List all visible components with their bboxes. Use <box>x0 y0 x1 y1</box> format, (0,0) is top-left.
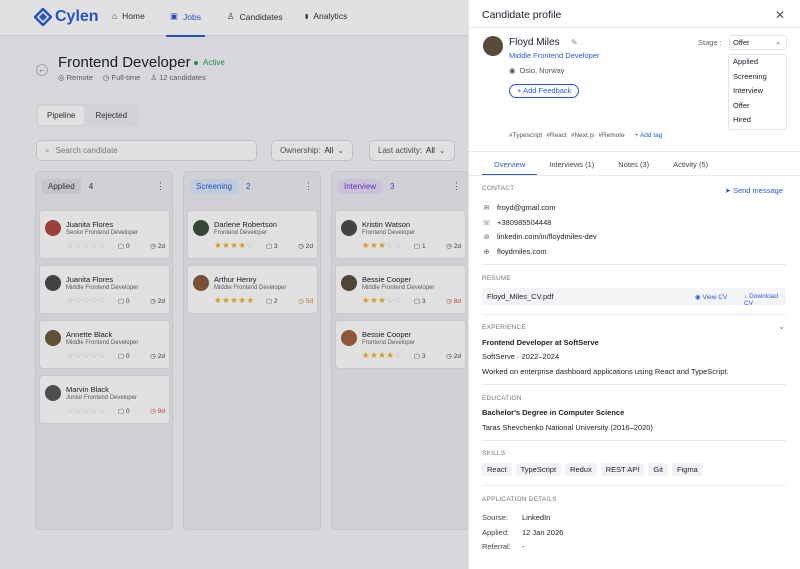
tab-notes[interactable]: Notes (3) <box>606 160 661 175</box>
stage-label: Stage : <box>698 38 722 47</box>
stage-value: Offer <box>733 38 750 47</box>
candidate-location: ◉ Oslo, Norway <box>509 66 565 75</box>
candidate-name: Floyd Miles <box>509 37 560 48</box>
app-referral: Referral: - <box>482 542 525 551</box>
phone-icon: ☏ <box>482 219 491 227</box>
candidate-role: Middle Frontend Developer <box>509 51 600 60</box>
stage-dropdown-menu: Applied Screening Interview Offer Hired <box>728 54 787 130</box>
send-message-button[interactable]: ➤ Send message <box>725 186 783 195</box>
modal-overlay[interactable] <box>0 0 468 569</box>
globe-icon: ⊕ <box>483 248 490 256</box>
app-applied-label: Applied: <box>482 528 510 537</box>
mail-icon: ✉ <box>483 204 490 212</box>
tab-overview[interactable]: Overview <box>482 160 538 175</box>
app-applied-value: 12 Jan 2026 <box>522 528 564 537</box>
linkedin-icon: ⊚ <box>483 233 490 241</box>
add-feedback-label: Add Feedback <box>523 86 572 95</box>
send-icon: ➤ <box>724 186 731 195</box>
tab-activity[interactable]: Activity (5) <box>661 160 720 175</box>
skill-chip: TypeScript <box>515 463 562 476</box>
education-section-title: EDUCATION <box>482 395 522 402</box>
skills-list: React TypeScript Redux REST API Git Figm… <box>482 463 703 476</box>
divider <box>469 27 800 28</box>
contact-phone-text: +380985504448 <box>497 218 552 227</box>
skill-chip: React <box>482 463 512 476</box>
contact-linkedin-text: linkedin.com/in/floydmiles-dev <box>497 232 597 241</box>
divider <box>482 485 786 486</box>
divider <box>482 264 786 265</box>
stage-option-hired[interactable]: Hired <box>729 113 786 128</box>
tag[interactable]: #Next.js <box>571 132 594 139</box>
skill-chip: Figma <box>671 463 703 476</box>
experience-title: Frontend Developer at SoftServe <box>482 338 599 347</box>
panel-title: Candidate profile <box>482 9 562 21</box>
divider <box>482 384 786 385</box>
stage-option-offer[interactable]: Offer <box>729 99 786 114</box>
chevron-down-icon: ⌄ <box>775 39 781 46</box>
app-applied: Applied: 12 Jan 2026 <box>482 528 563 537</box>
eye-icon: ◉ <box>695 294 701 301</box>
contact-website-text: floydmiles.com <box>497 247 547 256</box>
app-source-label: Sourse: <box>482 513 508 522</box>
chevron-down-icon[interactable]: ⌄ <box>778 322 785 331</box>
contact-section-title: CONTACT <box>482 185 515 192</box>
tag-list: #Typescript #React #Next.js #Remote + Ad… <box>509 132 662 139</box>
stage-select[interactable]: Offer ⌄ <box>729 35 787 50</box>
add-tag-label: Add tag <box>639 132 663 139</box>
download-cv-label: Download CV <box>744 293 778 307</box>
skills-section-title: SKILLS <box>482 450 506 457</box>
download-cv-button[interactable]: ↓ Download CV <box>744 293 786 307</box>
tag[interactable]: #Typescript <box>509 132 542 139</box>
experience-description: Worked on enterprise dashboard applicati… <box>482 367 729 376</box>
tag[interactable]: #React <box>546 132 567 139</box>
application-section-title: APPLICATION DETAILS <box>482 496 557 503</box>
view-cv-button[interactable]: ◉ View CV <box>695 293 727 301</box>
contact-website[interactable]: ⊕ floydmiles.com <box>482 247 547 256</box>
tab-interviews[interactable]: Interviews (1) <box>537 160 606 175</box>
avatar <box>483 36 503 56</box>
stage-option-interview[interactable]: Interview <box>729 84 786 99</box>
send-message-label: Send message <box>732 186 783 195</box>
add-feedback-button[interactable]: + Add Feedback <box>509 84 580 98</box>
candidate-profile-panel: Candidate profile ✕ Floyd Miles ✎ Middle… <box>468 0 800 569</box>
contact-email[interactable]: ✉ froyd@gmail.com <box>482 203 556 212</box>
app-referral-value: - <box>522 542 525 551</box>
skill-chip: Git <box>648 463 668 476</box>
divider <box>469 151 800 152</box>
skill-chip: REST API <box>600 463 645 476</box>
view-cv-label: View CV <box>702 294 728 301</box>
download-icon: ↓ <box>744 293 748 300</box>
profile-tabs: Overview Interviews (1) Notes (3) Activi… <box>482 160 720 175</box>
tag[interactable]: #Remote <box>598 132 624 139</box>
app-source: Sourse: LinkedIn <box>482 513 550 522</box>
close-icon[interactable]: ✕ <box>775 8 785 22</box>
skill-chip: Redux <box>565 463 597 476</box>
add-tag-button[interactable]: + Add tag <box>635 132 663 139</box>
contact-phone[interactable]: ☏ +380985504448 <box>482 218 551 227</box>
experience-section-title: EXPERIENCE <box>482 324 526 331</box>
stage-option-applied[interactable]: Applied <box>729 55 786 70</box>
resume-section-title: RESUME <box>482 275 512 282</box>
experience-meta: SoftServe · 2022–2024 <box>482 352 560 361</box>
app-referral-label: Referral: <box>482 542 511 551</box>
resume-filename: Floyd_Miles_CV.pdf <box>487 292 554 301</box>
divider <box>469 175 800 176</box>
stage-option-screening[interactable]: Screening <box>729 70 786 85</box>
candidate-location-text: Oslo, Norway <box>519 66 565 75</box>
contact-email-text: froyd@gmail.com <box>497 203 556 212</box>
contact-linkedin[interactable]: ⊚ linkedin.com/in/floydmiles-dev <box>482 232 597 241</box>
app-source-value: LinkedIn <box>522 513 551 522</box>
edit-icon[interactable]: ✎ <box>571 38 578 47</box>
divider <box>482 440 786 441</box>
education-title: Bachelor's Degree in Computer Science <box>482 408 625 417</box>
divider <box>482 314 786 315</box>
education-meta: Taras Shevchenko National University (20… <box>482 423 653 432</box>
location-pin-icon: ◉ <box>509 66 516 75</box>
resume-row: Floyd_Miles_CV.pdf ◉ View CV ↓ Download … <box>482 288 786 307</box>
